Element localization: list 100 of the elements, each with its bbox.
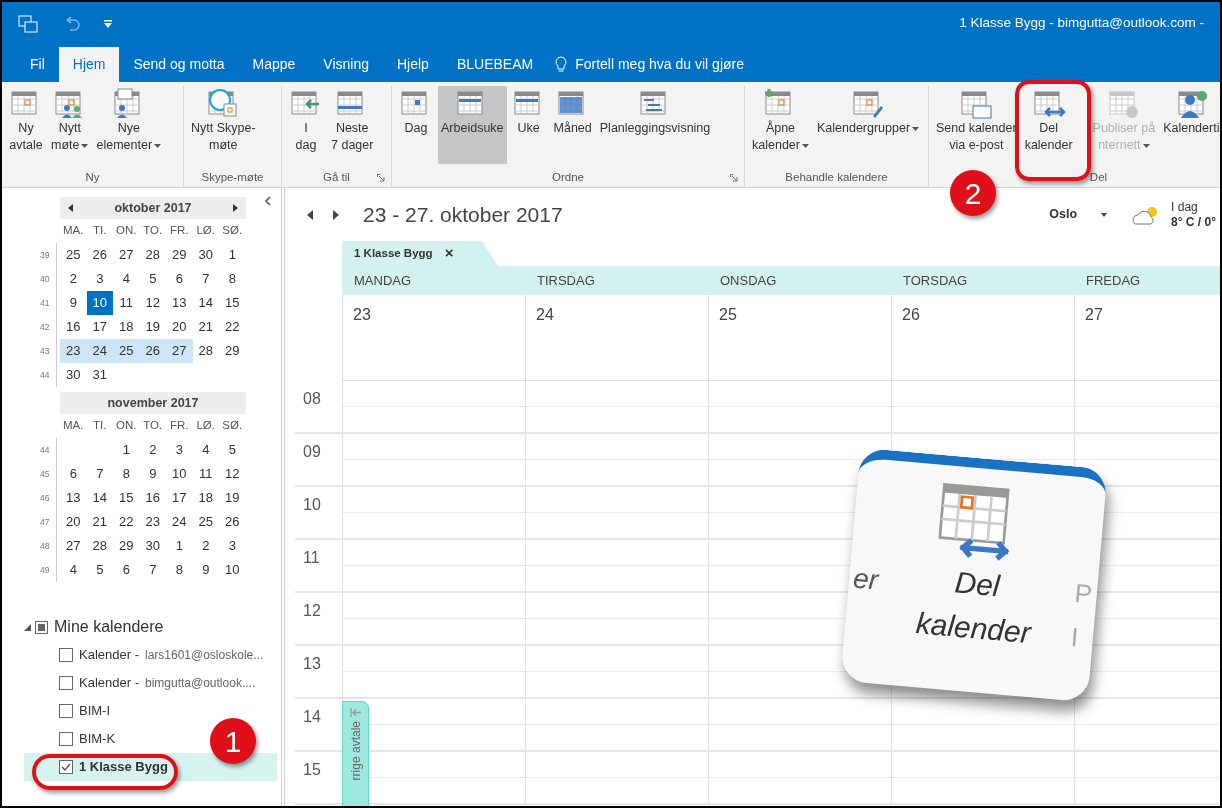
date-cell[interactable]: 28 (139, 243, 166, 267)
ribbon-button[interactable]: Måned (550, 86, 595, 164)
ribbon-tab[interactable]: Hjem (58, 47, 120, 82)
location-label[interactable]: Oslo (1049, 205, 1078, 224)
date-cell[interactable]: 4 (60, 558, 87, 582)
previous-month-icon[interactable] (68, 204, 73, 212)
date-cell[interactable]: 17 (86, 315, 113, 339)
tell-me-search[interactable]: Fortell meg hva du vil gjøre (575, 54, 744, 75)
dialog-launcher-icon[interactable] (377, 174, 385, 182)
previous-icon[interactable] (307, 209, 313, 220)
date-cell[interactable]: 24 (86, 339, 113, 363)
ribbon-button[interactable]: Åpne kalender (749, 86, 812, 164)
date-cell[interactable]: 25 (60, 243, 87, 267)
date-cell[interactable]: 15 (219, 291, 246, 315)
date-cell[interactable]: 16 (139, 486, 166, 510)
date-cell[interactable]: 13 (166, 291, 193, 315)
date-cell[interactable]: 4 (113, 267, 140, 291)
date-cell[interactable]: 4 (192, 438, 219, 462)
date-cell[interactable]: 5 (219, 438, 246, 462)
date-cell[interactable]: 6 (166, 267, 193, 291)
date-cell[interactable]: 10 (166, 462, 193, 486)
calendar-list-item[interactable]: BIM-I (24, 697, 115, 725)
date-cell[interactable]: 12 (219, 462, 246, 486)
date-cell[interactable]: 27 (113, 243, 140, 267)
date-cell[interactable]: 9 (139, 462, 166, 486)
date-cell[interactable]: 11 (192, 462, 219, 486)
date-cell[interactable]: 14 (192, 291, 219, 315)
ribbon-tab[interactable]: Send og motta (119, 47, 239, 82)
ribbon-button[interactable]: Nytt Skype- møte (188, 86, 259, 164)
date-cell[interactable]: 2 (192, 534, 219, 558)
date-cell[interactable]: 29 (113, 534, 140, 558)
date-cell[interactable]: 21 (192, 315, 219, 339)
date-cell[interactable]: 29 (219, 339, 246, 363)
date-cell[interactable]: 14 (86, 486, 113, 510)
dialog-launcher-icon[interactable] (730, 174, 738, 182)
date-cell[interactable]: 26 (219, 510, 246, 534)
day-date[interactable]: 24 (525, 295, 708, 380)
date-cell[interactable]: 12 (139, 291, 166, 315)
date-cell[interactable]: 20 (166, 315, 193, 339)
checkbox[interactable] (59, 676, 73, 690)
date-cell[interactable]: 25 (113, 339, 140, 363)
date-cell[interactable]: 25 (192, 510, 219, 534)
ribbon-button[interactable]: Del kalender (1021, 86, 1076, 164)
date-cell[interactable]: 28 (86, 534, 113, 558)
date-cell[interactable]: 1 (219, 243, 246, 267)
group-checkbox-icon[interactable] (35, 620, 48, 634)
ribbon-button[interactable]: Nytt møte (48, 86, 92, 164)
date-cell[interactable]: 30 (139, 534, 166, 558)
date-cell[interactable]: 22 (113, 510, 140, 534)
next-month-icon[interactable] (233, 204, 238, 212)
ribbon-button[interactable]: Send kalender via e-post (933, 86, 1020, 164)
date-cell[interactable]: 1 (113, 438, 140, 462)
date-cell[interactable]: 26 (86, 243, 113, 267)
date-cell[interactable]: 20 (60, 510, 87, 534)
date-cell[interactable]: 10 (86, 291, 113, 315)
date-cell[interactable]: 19 (219, 486, 246, 510)
date-cell[interactable]: 7 (192, 267, 219, 291)
date-cell[interactable]: 8 (219, 267, 246, 291)
date-cell[interactable]: 5 (139, 267, 166, 291)
date-cell[interactable]: 31 (86, 363, 113, 387)
calendar-list-item[interactable]: Kalender - bimgutta@outlook.... (24, 669, 260, 697)
checkbox[interactable] (59, 704, 73, 718)
date-cell[interactable]: 27 (166, 339, 193, 363)
previous-appointment-tab[interactable]: rrige avtale (342, 701, 369, 806)
date-cell[interactable]: 3 (219, 534, 246, 558)
date-cell[interactable]: 29 (166, 243, 193, 267)
date-cell[interactable]: 28 (192, 339, 219, 363)
date-cell[interactable]: 27 (60, 534, 87, 558)
date-cell[interactable]: 21 (86, 510, 113, 534)
close-tab-button[interactable]: × (444, 242, 454, 265)
date-cell[interactable]: 8 (113, 462, 140, 486)
date-cell[interactable]: 13 (60, 486, 87, 510)
customize-icon[interactable] (104, 19, 112, 28)
calendar-list-item[interactable]: BIM-K (24, 725, 120, 753)
ribbon-tab[interactable]: Hjelp (383, 47, 443, 82)
ribbon-button[interactable]: Nye elementer (93, 86, 165, 164)
date-cell[interactable]: 11 (113, 291, 140, 315)
date-cell[interactable]: 9 (60, 291, 87, 315)
ribbon-button[interactable]: Planleggingsvisning (596, 86, 714, 164)
ribbon-button[interactable]: Kalendergrupper (813, 86, 923, 164)
date-cell[interactable]: 24 (166, 510, 193, 534)
date-cell[interactable]: 26 (139, 339, 166, 363)
date-cell[interactable]: 16 (60, 315, 87, 339)
date-cell[interactable]: 22 (219, 315, 246, 339)
ribbon-button[interactable]: I dag (286, 86, 326, 164)
date-cell[interactable]: 15 (113, 486, 140, 510)
date-cell[interactable]: 2 (60, 267, 87, 291)
date-cell[interactable]: 5 (86, 558, 113, 582)
ribbon-tab[interactable]: BLUEBEAM (442, 47, 548, 82)
checkbox[interactable] (59, 732, 73, 746)
date-cell[interactable]: 18 (113, 315, 140, 339)
ribbon-button[interactable]: Ny avtale (6, 86, 46, 164)
date-cell[interactable]: 30 (192, 243, 219, 267)
checkbox[interactable] (59, 648, 73, 662)
date-cell[interactable]: 19 (139, 315, 166, 339)
date-cell[interactable]: 17 (166, 486, 193, 510)
ribbon-button[interactable]: Neste 7 dager (328, 86, 377, 164)
date-cell[interactable]: 1 (166, 534, 193, 558)
date-cell[interactable]: 3 (166, 438, 193, 462)
day-date[interactable]: 26 (891, 295, 1074, 380)
